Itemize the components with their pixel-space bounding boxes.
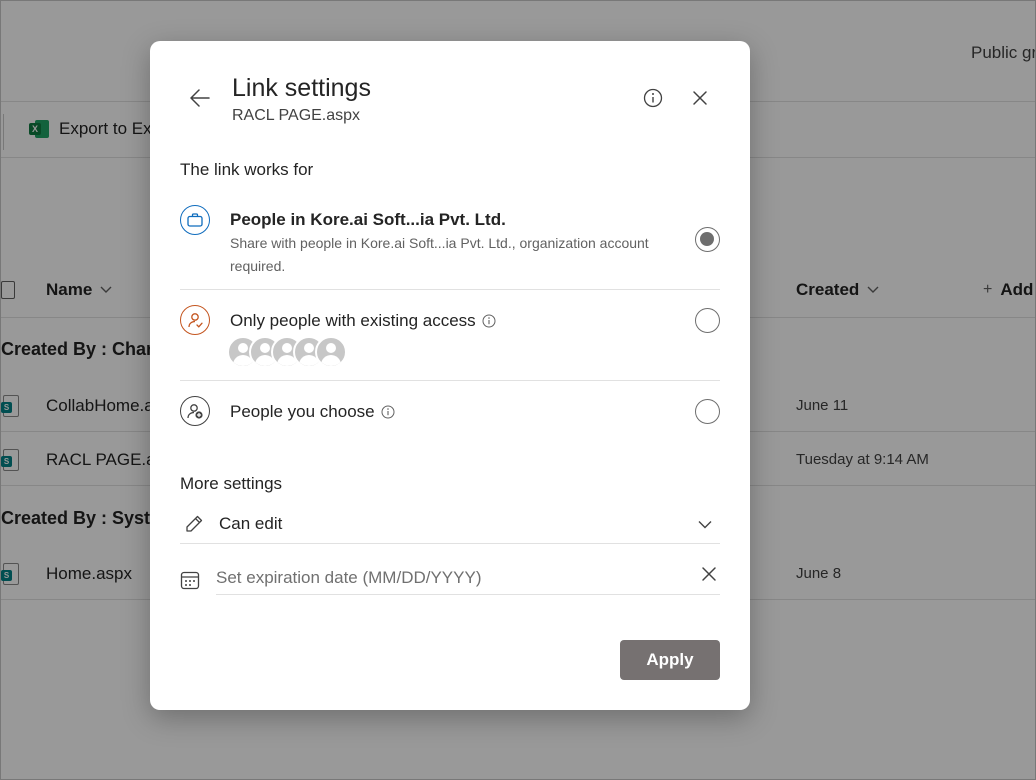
avatar [315,336,347,368]
radio-existing-access[interactable] [695,308,720,333]
more-settings-heading: More settings [180,474,283,493]
close-button[interactable] [688,86,712,110]
chevron-down-icon [698,520,712,529]
close-icon [693,91,707,105]
back-button[interactable] [186,84,214,112]
dialog-title: Link settings [232,74,371,102]
close-icon [702,567,716,581]
option-people-you-choose-label: People you choose [230,402,375,421]
option-organization-description: Share with people in Kore.ai Soft...ia P… [230,235,649,274]
option-organization[interactable]: People in Kore.ai Soft...ia Pvt. Ltd. [230,210,506,230]
clear-date-button[interactable] [698,563,720,585]
expiration-divider [216,594,720,595]
info-icon[interactable] [482,314,496,328]
option-existing-access-label: Only people with existing access [230,311,476,330]
calendar-icon [180,571,200,590]
info-icon [643,88,663,108]
permission-label: Can edit [219,514,283,533]
radio-organization[interactable] [695,227,720,252]
info-icon[interactable] [381,405,395,419]
link-settings-dialog [150,41,750,710]
briefcase-icon [180,205,210,235]
permission-dropdown[interactable]: Can edit [180,508,720,540]
expiration-date-input[interactable] [216,564,686,592]
existing-access-avatars [227,336,351,368]
dialog-subtitle: RACL PAGE.aspx [232,107,361,124]
permission-divider [180,543,720,544]
option-divider [180,289,720,290]
person-sync-icon [180,305,210,335]
radio-people-you-choose[interactable] [695,399,720,424]
pencil-icon [186,515,203,532]
option-organization-label: People in Kore.ai Soft...ia Pvt. Ltd. [230,210,506,229]
link-works-for-heading: The link works for [180,160,314,179]
option-divider [180,380,720,381]
option-people-you-choose[interactable]: People you choose [230,402,395,422]
option-existing-access[interactable]: Only people with existing access [230,311,496,331]
info-button[interactable] [641,86,665,110]
arrow-left-icon [190,89,210,107]
apply-button[interactable]: Apply [620,640,720,680]
person-add-icon [180,396,210,426]
